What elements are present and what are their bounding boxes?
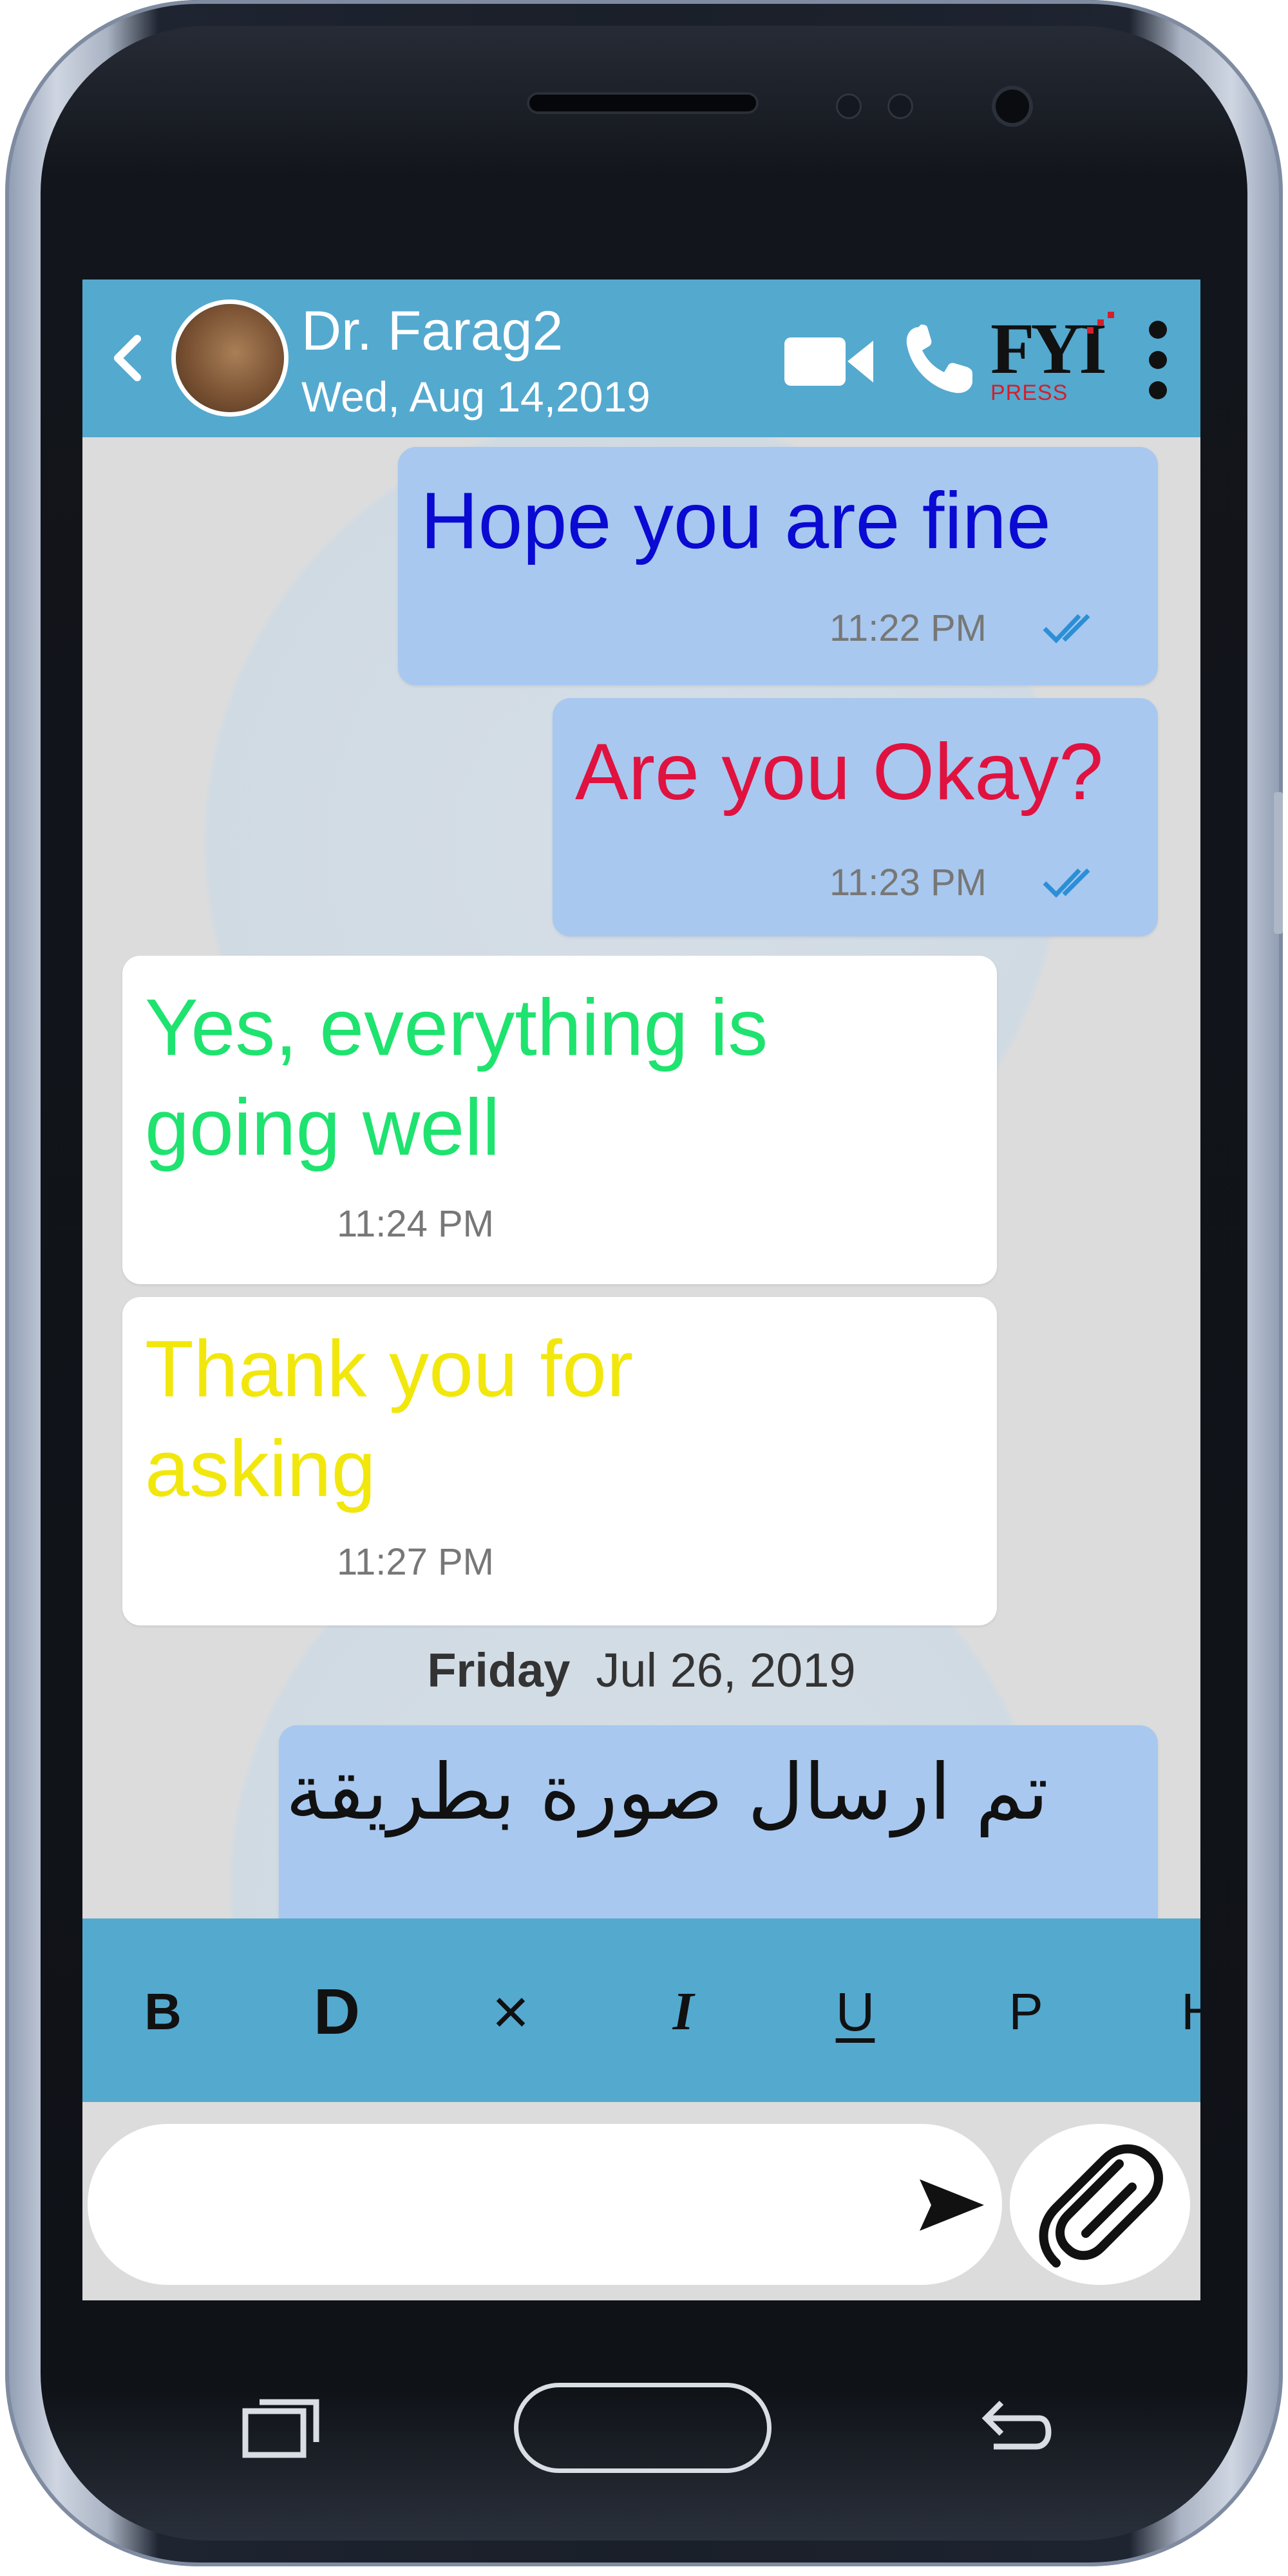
- p-format-button[interactable]: P: [990, 1976, 1061, 2047]
- date-separator-date: Jul 26, 2019: [596, 1643, 856, 1697]
- message-time: 11:24 PM: [337, 1203, 494, 1245]
- phone-call-icon[interactable]: [900, 322, 978, 399]
- recent-apps-icon[interactable]: [240, 2389, 324, 2460]
- clear-format-button[interactable]: ×: [475, 1976, 546, 2047]
- message-text-line: going well: [145, 1083, 500, 1172]
- contact-date: Wed, Aug 14,2019: [301, 373, 650, 421]
- read-receipt-icon: [1043, 614, 1090, 644]
- message-text: Hope you are fine: [421, 477, 1051, 565]
- contact-name[interactable]: Dr. Farag2: [301, 299, 563, 363]
- contact-avatar[interactable]: [176, 304, 284, 412]
- date-separator-day: Friday: [427, 1643, 571, 1697]
- proximity-sensor: [836, 93, 862, 119]
- message-bubble-outgoing[interactable]: Hope you are fine 11:22 PM: [398, 447, 1158, 685]
- phone-screen: Dr. Farag2 Wed, Aug 14,2019 FYI PRESS Ho…: [82, 279, 1200, 2300]
- message-time: 11:22 PM: [829, 607, 987, 649]
- message-bubble-incoming[interactable]: Yes, everything is going well 11:24 PM: [122, 956, 997, 1284]
- message-bubble-outgoing[interactable]: Are you Okay? 11:23 PM: [553, 698, 1158, 936]
- message-text-line: asking: [145, 1425, 376, 1513]
- italic-button[interactable]: I: [648, 1976, 719, 2047]
- light-sensor: [887, 93, 913, 119]
- chat-header: Dr. Farag2 Wed, Aug 14,2019 FYI PRESS: [82, 279, 1200, 437]
- video-call-icon[interactable]: [784, 331, 875, 392]
- message-time: 11:27 PM: [337, 1541, 494, 1583]
- home-button[interactable]: [514, 2383, 772, 2473]
- bold-button[interactable]: B: [128, 1976, 198, 2047]
- message-bubble-incoming[interactable]: Thank you for asking 11:27 PM: [122, 1297, 997, 1625]
- message-text-line: Thank you for: [145, 1325, 634, 1414]
- d-format-button[interactable]: D: [301, 1976, 372, 2047]
- date-separator: Friday Jul 26, 2019: [82, 1642, 1200, 1700]
- send-icon[interactable]: [913, 2166, 990, 2244]
- message-text: Are you Okay?: [575, 728, 1104, 817]
- attach-paperclip-icon: [1039, 2144, 1163, 2268]
- attach-button[interactable]: [1010, 2124, 1190, 2285]
- front-camera: [992, 86, 1033, 127]
- underline-button[interactable]: U: [820, 1976, 891, 2047]
- read-receipt-icon: [1043, 868, 1090, 898]
- earpiece-speaker: [527, 92, 759, 114]
- message-input[interactable]: [88, 2124, 1002, 2285]
- message-text: تم ارسال صورة بطريقة: [285, 1748, 1048, 1837]
- composer-bar: [82, 2102, 1200, 2300]
- back-arrow-icon[interactable]: [102, 326, 153, 390]
- message-list[interactable]: Hope you are fine 11:22 PM Are you Okay?…: [82, 437, 1200, 1983]
- format-toolbar: B D × I U P H: [82, 1918, 1200, 2102]
- side-button: [1274, 792, 1283, 934]
- message-text-line: Yes, everything is: [145, 983, 768, 1072]
- message-time: 11:23 PM: [829, 862, 987, 904]
- h-format-button[interactable]: H: [1164, 1976, 1200, 2047]
- more-vert-icon[interactable]: [1145, 318, 1171, 402]
- back-key-icon[interactable]: [974, 2392, 1052, 2457]
- fyi-press-logo: FYI PRESS: [990, 310, 1119, 407]
- phone-frame: Dr. Farag2 Wed, Aug 14,2019 FYI PRESS Ho…: [5, 0, 1283, 2566]
